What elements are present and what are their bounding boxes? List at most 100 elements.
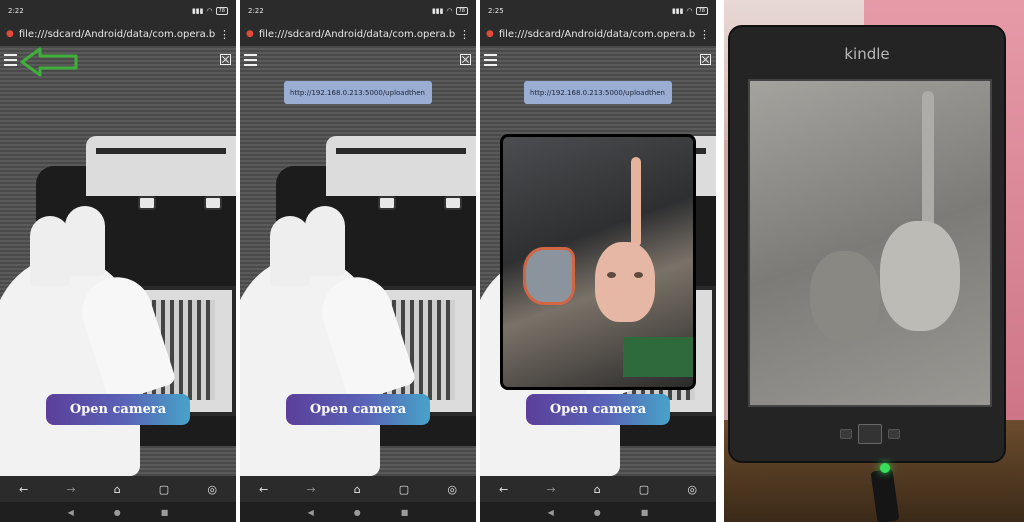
kindle-key <box>888 429 900 439</box>
finger <box>30 216 70 286</box>
finger <box>65 206 105 276</box>
address-url[interactable]: file:///sdcard/Android/data/com.opera.br… <box>19 29 215 40</box>
forward-icon[interactable]: → <box>306 483 315 496</box>
kindle-photo: kindle <box>724 0 1024 522</box>
address-url[interactable]: file:///sdcard/Android/data/com.opera.br… <box>499 29 695 40</box>
sys-back-icon[interactable]: ◀ <box>308 508 314 517</box>
web-page: Open camera <box>0 46 236 476</box>
forward-icon[interactable]: → <box>66 483 75 496</box>
browser-nav-bar: ← → ⌂ ▢ ◎ <box>240 476 476 502</box>
address-bar[interactable]: ● file:///sdcard/Android/data/com.opera.… <box>480 22 716 46</box>
open-camera-button[interactable]: Open camera <box>286 394 430 425</box>
alert-icon: ● <box>6 29 14 39</box>
alert-icon: ● <box>246 29 254 39</box>
system-nav-bar: ◀ ● ■ <box>0 502 236 522</box>
system-nav-bar: ◀ ● ■ <box>240 502 476 522</box>
kindle-buttons <box>830 422 910 446</box>
address-bar[interactable]: ● file:///sdcard/Android/data/com.opera.… <box>0 22 236 46</box>
battery-icon: 78 <box>455 7 468 15</box>
hamburger-menu-icon[interactable] <box>484 54 497 66</box>
photo-robot-face <box>595 242 655 322</box>
wifi-icon: ◠ <box>206 7 213 15</box>
alert-icon: ● <box>486 29 494 39</box>
url-input[interactable]: http://192.168.0.213:5000/uploadthen <box>284 81 432 104</box>
camera-top <box>86 136 236 196</box>
kindle-logo: kindle <box>844 45 890 63</box>
close-box-icon[interactable] <box>460 54 471 65</box>
kindle-screen-face <box>880 221 960 331</box>
tabs-icon[interactable]: ▢ <box>399 483 409 496</box>
more-menu-icon[interactable]: ⋮ <box>459 28 470 41</box>
camera-dial <box>444 196 462 210</box>
tabs-icon[interactable]: ▢ <box>159 483 169 496</box>
camera-top <box>326 136 476 196</box>
sys-recents-icon[interactable]: ■ <box>641 508 649 517</box>
status-bar: 2:22 ▮▮▮ ◠ 78 <box>240 0 476 22</box>
sys-back-icon[interactable]: ◀ <box>68 508 74 517</box>
system-nav-bar: ◀ ● ■ <box>480 502 716 522</box>
battery-icon: 78 <box>215 7 228 15</box>
close-box-icon[interactable] <box>700 54 711 65</box>
status-bar: 2:25 ▮▮▮ ◠ 78 <box>480 0 716 22</box>
sys-home-icon[interactable]: ● <box>114 508 121 517</box>
status-bar: 2:22 ▮▮▮ ◠ 78 <box>0 0 236 22</box>
browser-nav-bar: ← → ⌂ ▢ ◎ <box>480 476 716 502</box>
green-arrow-annotation <box>20 47 78 77</box>
web-page: http://192.168.0.213:5000/uploadthen Ope… <box>480 46 716 476</box>
signal-icon: ▮▮▮ <box>431 7 444 15</box>
wifi-icon: ◠ <box>686 7 693 15</box>
signal-icon: ▮▮▮ <box>671 7 684 15</box>
hamburger-menu-icon[interactable] <box>244 54 257 66</box>
address-bar[interactable]: ● file:///sdcard/Android/data/com.opera.… <box>240 22 476 46</box>
open-camera-button[interactable]: Open camera <box>526 394 670 425</box>
back-icon[interactable]: ← <box>499 483 508 496</box>
camera-hand-illustration <box>0 136 236 476</box>
kindle-screen <box>748 79 992 407</box>
photo-mask <box>523 247 575 305</box>
charging-led <box>880 463 890 473</box>
home-icon[interactable]: ⌂ <box>594 483 601 496</box>
status-icons: ▮▮▮ ◠ 78 <box>672 7 708 15</box>
profile-icon[interactable]: ◎ <box>447 483 457 496</box>
more-menu-icon[interactable]: ⋮ <box>219 28 230 41</box>
status-time: 2:22 <box>248 7 264 15</box>
url-input[interactable]: http://192.168.0.213:5000/uploadthen <box>524 81 672 104</box>
sys-home-icon[interactable]: ● <box>354 508 361 517</box>
camera-hand-illustration <box>240 136 476 476</box>
profile-icon[interactable]: ◎ <box>687 483 697 496</box>
home-icon[interactable]: ⌂ <box>354 483 361 496</box>
profile-icon[interactable]: ◎ <box>207 483 217 496</box>
back-icon[interactable]: ← <box>259 483 268 496</box>
close-box-icon[interactable] <box>220 54 231 65</box>
forward-icon[interactable]: → <box>546 483 555 496</box>
battery-icon: 78 <box>695 7 708 15</box>
tabs-icon[interactable]: ▢ <box>639 483 649 496</box>
signal-icon: ▮▮▮ <box>191 7 204 15</box>
kindle-key <box>840 429 852 439</box>
phone-screen-1: 2:22 ▮▮▮ ◠ 78 ● file:///sdcard/Android/d… <box>0 0 236 522</box>
sys-recents-icon[interactable]: ■ <box>161 508 169 517</box>
status-icons: ▮▮▮ ◠ 78 <box>432 7 468 15</box>
finger <box>270 216 310 286</box>
sys-home-icon[interactable]: ● <box>594 508 601 517</box>
kindle-device: kindle <box>728 25 1006 463</box>
hamburger-menu-icon[interactable] <box>4 54 17 66</box>
open-camera-button[interactable]: Open camera <box>46 394 190 425</box>
sys-back-icon[interactable]: ◀ <box>548 508 554 517</box>
phone-screen-2: 2:22 ▮▮▮ ◠ 78 ● file:///sdcard/Android/d… <box>240 0 476 522</box>
home-icon[interactable]: ⌂ <box>114 483 121 496</box>
back-icon[interactable]: ← <box>19 483 28 496</box>
status-icons: ▮▮▮ ◠ 78 <box>192 7 228 15</box>
camera-dial <box>378 196 396 210</box>
captured-photo <box>500 134 696 390</box>
status-time: 2:22 <box>8 7 24 15</box>
photo-robot-neck <box>631 157 641 247</box>
browser-nav-bar: ← → ⌂ ▢ ◎ <box>0 476 236 502</box>
wifi-icon: ◠ <box>446 7 453 15</box>
camera-dial <box>138 196 156 210</box>
sys-recents-icon[interactable]: ■ <box>401 508 409 517</box>
address-url[interactable]: file:///sdcard/Android/data/com.opera.br… <box>259 29 455 40</box>
more-menu-icon[interactable]: ⋮ <box>699 28 710 41</box>
finger <box>305 206 345 276</box>
photo-circuit-board <box>623 337 693 377</box>
